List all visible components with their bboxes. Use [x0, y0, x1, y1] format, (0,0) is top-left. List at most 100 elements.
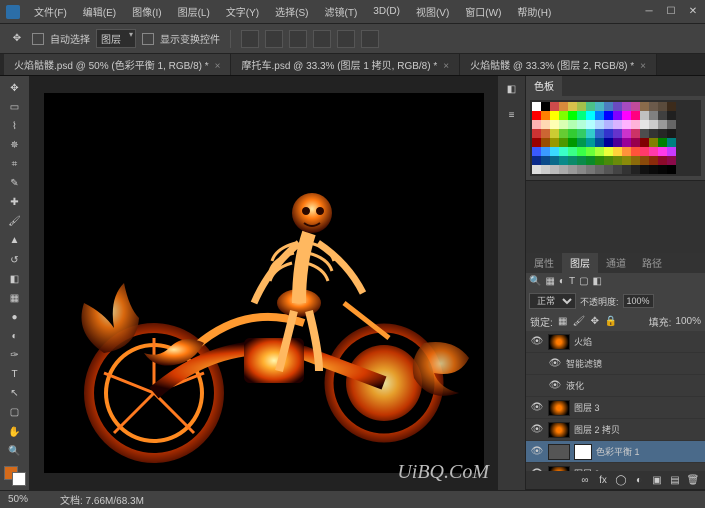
paths-tab[interactable]: 路径 — [634, 253, 670, 273]
swatch[interactable] — [613, 165, 622, 174]
swatch[interactable] — [604, 120, 613, 129]
layer-visibility-icon[interactable]: 👁 — [530, 336, 544, 347]
swatch[interactable] — [568, 120, 577, 129]
lock-paint-icon[interactable]: 🖌 — [573, 316, 585, 328]
align-right-icon[interactable] — [289, 30, 307, 48]
link-layers-icon[interactable]: ∞ — [577, 473, 593, 487]
swatch[interactable] — [640, 156, 649, 165]
swatch[interactable] — [541, 165, 550, 174]
swatch[interactable] — [586, 156, 595, 165]
swatch[interactable] — [595, 111, 604, 120]
swatch[interactable] — [577, 111, 586, 120]
layer-filter-icon[interactable]: 🔍 — [529, 276, 541, 287]
swatch[interactable] — [658, 147, 667, 156]
color-swatches[interactable] — [4, 466, 26, 486]
swatch[interactable] — [604, 138, 613, 147]
marquee-tool-icon[interactable]: ▭ — [4, 99, 26, 115]
layer-visibility-icon[interactable]: 👁 — [530, 468, 544, 471]
swatch[interactable] — [541, 147, 550, 156]
auto-select-checkbox[interactable] — [32, 33, 44, 45]
swatch[interactable] — [541, 102, 550, 111]
swatch[interactable] — [559, 165, 568, 174]
menu-item[interactable]: 视图(V) — [410, 2, 455, 21]
pen-tool-icon[interactable]: ✑ — [4, 348, 26, 364]
swatch[interactable] — [622, 165, 631, 174]
layer-name[interactable]: 图层 3 — [574, 401, 600, 414]
swatch[interactable] — [586, 111, 595, 120]
swatch[interactable] — [586, 129, 595, 138]
lock-transparency-icon[interactable]: ▦ — [557, 316, 569, 328]
swatch[interactable] — [613, 129, 622, 138]
swatch[interactable] — [622, 138, 631, 147]
document-tab[interactable]: 火焰骷髅.psd @ 50% (色彩平衡 1, RGB/8) *× — [4, 54, 231, 75]
swatch[interactable] — [532, 111, 541, 120]
gradient-tool-icon[interactable]: ▦ — [4, 290, 26, 306]
eraser-tool-icon[interactable]: ◧ — [4, 271, 26, 287]
swatch[interactable] — [550, 102, 559, 111]
window-minimize-icon[interactable]: ─ — [643, 6, 655, 17]
swatch[interactable] — [586, 120, 595, 129]
swatch[interactable] — [541, 120, 550, 129]
swatch[interactable] — [640, 138, 649, 147]
layer-visibility-icon[interactable]: 👁 — [548, 358, 562, 369]
swatch[interactable] — [550, 120, 559, 129]
swatch[interactable] — [640, 147, 649, 156]
swatch[interactable] — [595, 147, 604, 156]
swatch[interactable] — [667, 111, 676, 120]
menu-item[interactable]: 窗口(W) — [459, 2, 507, 21]
hand-tool-icon[interactable]: ✋ — [4, 424, 26, 440]
swatch[interactable] — [649, 165, 658, 174]
document-tab[interactable]: 火焰骷髅 @ 33.3% (图层 2, RGB/8) *× — [460, 54, 657, 75]
layers-tab[interactable]: 图层 — [562, 253, 598, 273]
layer-visibility-icon[interactable]: 👁 — [530, 402, 544, 413]
shape-tool-icon[interactable]: ▢ — [4, 405, 26, 421]
swatch[interactable] — [604, 165, 613, 174]
dodge-tool-icon[interactable]: ◐ — [4, 328, 26, 344]
swatch[interactable] — [667, 120, 676, 129]
swatch[interactable] — [667, 102, 676, 111]
swatch[interactable] — [658, 165, 667, 174]
swatch[interactable] — [631, 120, 640, 129]
layer-row[interactable]: 👁图层 2 — [526, 463, 705, 471]
swatch[interactable] — [568, 165, 577, 174]
lasso-tool-icon[interactable]: ⌇ — [4, 118, 26, 134]
swatch[interactable] — [631, 111, 640, 120]
layer-visibility-icon[interactable]: 👁 — [530, 446, 544, 457]
properties-tab[interactable]: 属性 — [526, 253, 562, 273]
layer-row[interactable]: 👁火焰 — [526, 331, 705, 353]
swatch[interactable] — [640, 129, 649, 138]
menu-item[interactable]: 文件(F) — [28, 2, 73, 21]
swatch[interactable] — [649, 138, 658, 147]
menu-item[interactable]: 文字(Y) — [220, 2, 265, 21]
crop-tool-icon[interactable]: ⌗ — [4, 156, 26, 172]
brush-panel-icon[interactable]: ≡ — [503, 106, 521, 124]
filter-adjust-icon[interactable]: ◐ — [559, 276, 565, 287]
swatch[interactable] — [622, 147, 631, 156]
swatch[interactable] — [640, 102, 649, 111]
close-tab-icon[interactable]: × — [443, 61, 449, 72]
swatch[interactable] — [649, 111, 658, 120]
swatch[interactable] — [658, 138, 667, 147]
document-tab[interactable]: 摩托车.psd @ 33.3% (图层 1 拷贝, RGB/8) *× — [231, 54, 460, 75]
swatch[interactable] — [667, 156, 676, 165]
menu-item[interactable]: 选择(S) — [269, 2, 314, 21]
swatch[interactable] — [532, 156, 541, 165]
swatch[interactable] — [541, 138, 550, 147]
swatch[interactable] — [559, 138, 568, 147]
history-brush-tool-icon[interactable]: ↺ — [4, 252, 26, 268]
menu-item[interactable]: 滤镜(T) — [319, 2, 364, 21]
swatch[interactable] — [649, 120, 658, 129]
align-bottom-icon[interactable] — [361, 30, 379, 48]
swatch[interactable] — [604, 156, 613, 165]
layer-visibility-icon[interactable]: 👁 — [548, 380, 562, 391]
swatch[interactable] — [631, 165, 640, 174]
swatch[interactable] — [613, 111, 622, 120]
layer-visibility-icon[interactable]: 👁 — [530, 424, 544, 435]
swatch[interactable] — [613, 102, 622, 111]
channels-tab[interactable]: 通道 — [598, 253, 634, 273]
swatch[interactable] — [595, 138, 604, 147]
swatch[interactable] — [658, 120, 667, 129]
swatch[interactable] — [631, 129, 640, 138]
swatch[interactable] — [604, 147, 613, 156]
swatch[interactable] — [586, 102, 595, 111]
